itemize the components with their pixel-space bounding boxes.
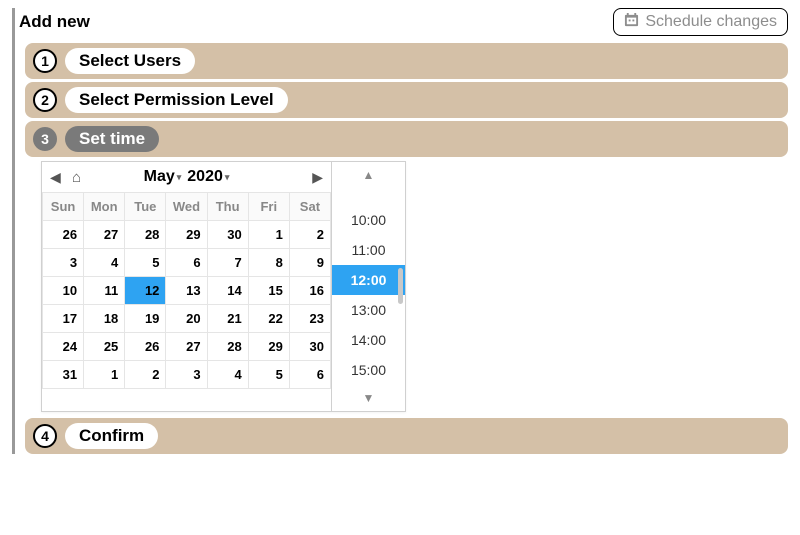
step-4[interactable]: 4 Confirm [25,418,788,454]
time-option[interactable]: 12:00 [332,265,405,295]
day-header: Sat [289,193,330,221]
calendar-day[interactable]: 5 [125,249,166,277]
calendar-day[interactable]: 17 [43,305,84,333]
time-option[interactable]: 14:00 [332,325,405,355]
calendar-day[interactable]: 8 [248,249,289,277]
calendar-day[interactable]: 21 [207,305,248,333]
calendar-day[interactable]: 31 [43,361,84,389]
calendar-day[interactable]: 10 [43,277,84,305]
calendar-day[interactable]: 12 [125,277,166,305]
time-option[interactable]: 15:00 [332,355,405,385]
scrollbar-thumb[interactable] [398,268,403,304]
calendar-icon [624,12,639,32]
calendar-day[interactable]: 2 [289,221,330,249]
day-header: Fri [248,193,289,221]
schedule-changes-label: Schedule changes [645,13,777,31]
calendar-day[interactable]: 4 [84,249,125,277]
month-select[interactable]: May▾ [144,168,182,186]
calendar-day[interactable]: 4 [207,361,248,389]
year-select[interactable]: 2020▾ [187,168,229,186]
calendar-day[interactable]: 25 [84,333,125,361]
calendar-day[interactable]: 1 [84,361,125,389]
calendar-day[interactable]: 28 [125,221,166,249]
time-option[interactable]: 11:00 [332,235,405,265]
calendar-day[interactable]: 1 [248,221,289,249]
calendar-day[interactable]: 6 [289,361,330,389]
step-label: Confirm [65,423,158,449]
calendar-day[interactable]: 6 [166,249,207,277]
calendar-day[interactable]: 15 [248,277,289,305]
today-button[interactable]: ⌂ [72,169,81,186]
calendar-day[interactable]: 27 [166,333,207,361]
calendar-day[interactable]: 30 [207,221,248,249]
calendar-day[interactable]: 13 [166,277,207,305]
step-1[interactable]: 1 Select Users [25,43,788,79]
day-header: Tue [125,193,166,221]
calendar-day[interactable]: 3 [43,249,84,277]
step-label: Select Users [65,48,195,74]
time-scroll-up[interactable]: ▲ [332,162,405,188]
step-2[interactable]: 2 Select Permission Level [25,82,788,118]
day-header: Mon [84,193,125,221]
calendar-day[interactable]: 18 [84,305,125,333]
calendar-day[interactable]: 19 [125,305,166,333]
time-option[interactable]: 10:00 [332,205,405,235]
day-header: Wed [166,193,207,221]
calendar: ◀⌂May▾ 2020▾▶SunMonTueWedThuFriSat262728… [42,162,331,411]
time-scroll-down[interactable]: ▼ [332,385,405,411]
prev-month-button[interactable]: ◀ [50,169,61,186]
calendar-grid: SunMonTueWedThuFriSat2627282930123456789… [42,192,331,389]
time-column: ▲ 10:0011:0012:0013:0014:0015:00▼ [331,162,405,411]
time-option[interactable] [332,188,405,205]
step-number: 2 [33,88,57,112]
calendar-day[interactable]: 5 [248,361,289,389]
schedule-changes-button[interactable]: Schedule changes [613,8,788,36]
next-month-button[interactable]: ▶ [312,169,323,186]
page-title: Add new [19,12,90,32]
calendar-day[interactable]: 27 [84,221,125,249]
day-header: Sun [43,193,84,221]
calendar-day[interactable]: 7 [207,249,248,277]
chevron-down-icon: ▾ [225,172,230,183]
time-list: 10:0011:0012:0013:0014:0015:00 [332,188,405,385]
calendar-day[interactable]: 28 [207,333,248,361]
calendar-day[interactable]: 9 [289,249,330,277]
datetime-panel: ◀⌂May▾ 2020▾▶SunMonTueWedThuFriSat262728… [41,161,788,412]
calendar-day[interactable]: 2 [125,361,166,389]
calendar-day[interactable]: 30 [289,333,330,361]
chevron-down-icon: ▾ [177,172,182,183]
calendar-day[interactable]: 29 [166,221,207,249]
step-number: 3 [33,127,57,151]
calendar-day[interactable]: 3 [166,361,207,389]
day-header: Thu [207,193,248,221]
calendar-day[interactable]: 11 [84,277,125,305]
step-3[interactable]: 3 Set time [25,121,788,157]
calendar-day[interactable]: 29 [248,333,289,361]
calendar-day[interactable]: 26 [43,221,84,249]
calendar-day[interactable]: 24 [43,333,84,361]
calendar-day[interactable]: 23 [289,305,330,333]
step-label: Set time [65,126,159,152]
calendar-day[interactable]: 14 [207,277,248,305]
step-number: 4 [33,424,57,448]
calendar-day[interactable]: 26 [125,333,166,361]
calendar-day[interactable]: 20 [166,305,207,333]
step-label: Select Permission Level [65,87,288,113]
step-number: 1 [33,49,57,73]
calendar-day[interactable]: 16 [289,277,330,305]
calendar-day[interactable]: 22 [248,305,289,333]
datetime-picker: ◀⌂May▾ 2020▾▶SunMonTueWedThuFriSat262728… [41,161,406,412]
time-option[interactable]: 13:00 [332,295,405,325]
